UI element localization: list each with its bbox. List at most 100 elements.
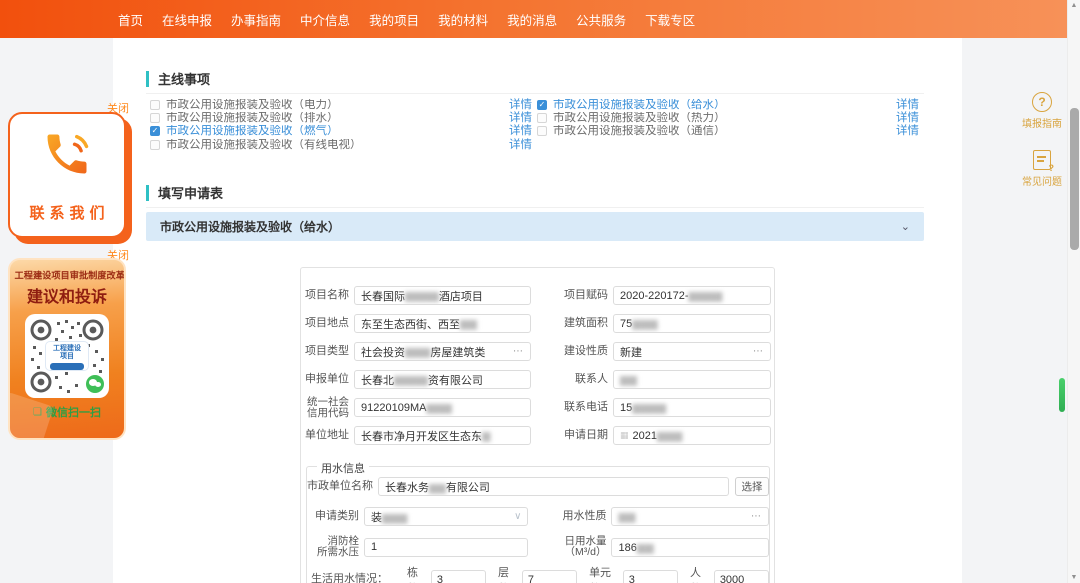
nav-item-在线申报[interactable]: 在线申报	[162, 10, 212, 29]
inner-scrollbar-thumb[interactable]	[1059, 378, 1065, 412]
field-input[interactable]: ▆▆	[613, 370, 771, 389]
field-input[interactable]: 75▆▆▆	[613, 314, 771, 333]
field-input[interactable]: 91220109MA▆▆▆	[354, 398, 531, 417]
apply-category-select[interactable]: 装▆▆▆ ∨	[364, 507, 528, 526]
nav-item-公共服务[interactable]: 公共服务	[576, 10, 626, 29]
water-nature-value: ▆▆	[618, 510, 635, 523]
hydrant-pressure-input[interactable]: 1	[364, 538, 528, 557]
application-form: 项目名称长春国际▆▆▆▆酒店项目项目赋码2020-220172-▆▆▆▆项目地点…	[300, 267, 775, 583]
field-text: 长春国际	[361, 288, 405, 304]
nav-item-我的项目[interactable]: 我的项目	[369, 10, 419, 29]
checkbox[interactable]	[537, 126, 547, 136]
section-accent-bar	[146, 185, 149, 201]
complaint-title-line1: 工程建设项目审批制度改革	[15, 268, 120, 282]
living-field-input-2[interactable]: 3	[623, 570, 678, 583]
field-label: 单位地址	[301, 430, 349, 441]
field-input[interactable]: 15▆▆▆▆	[613, 398, 771, 417]
detail-link[interactable]: 详情	[896, 125, 919, 137]
nav-item-我的消息[interactable]: 我的消息	[507, 10, 557, 29]
field-input[interactable]: 东至生态西街、西至▆▆	[354, 314, 531, 333]
select-button[interactable]: 选择	[735, 477, 769, 496]
matters-section-header: 主线事项	[146, 69, 210, 88]
field-input[interactable]: 长春国际▆▆▆▆酒店项目	[354, 286, 531, 305]
top-navbar: 首页在线申报办事指南中介信息我的项目我的材料我的消息公共服务下载专区	[0, 0, 1080, 38]
redacted-text: ▆▆▆▆	[394, 373, 428, 386]
redacted-text: ▆▆▆	[426, 401, 451, 414]
municipal-unit-input[interactable]: 长春水务▆▆有限公司	[378, 477, 729, 496]
field-input[interactable]: ▦2021▆▆▆	[613, 426, 771, 445]
living-field-input-3[interactable]: 3000	[714, 570, 769, 583]
wechat-scan-label: 微信扫一扫	[46, 404, 101, 420]
field-text: 91220109MA	[361, 402, 426, 414]
checkbox[interactable]: ✓	[537, 100, 547, 110]
field-input[interactable]: 长春北▆▆▆▆资有限公司	[354, 370, 531, 389]
redacted-text: ▆▆▆▆	[405, 289, 439, 302]
field-label: 申请日期	[543, 430, 608, 441]
calendar-icon: ▦	[620, 430, 629, 441]
living-field-input-0[interactable]: 3	[431, 570, 486, 583]
checkbox[interactable]: ✓	[150, 126, 160, 136]
field-label: 建设性质	[543, 346, 608, 357]
water-info-fieldset: 用水信息 市政单位名称 长春水务▆▆有限公司 选择 申请类别 装▆▆▆ ∨ 用水…	[306, 466, 770, 583]
category-nature-row: 申请类别 装▆▆▆ ∨ 用水性质 ▆▆ ⋯	[307, 507, 769, 526]
field-label: 项目名称	[301, 290, 349, 301]
checkbox[interactable]	[150, 100, 160, 110]
redacted-text: ▆▆▆▆	[689, 289, 723, 302]
checkbox[interactable]	[150, 140, 160, 150]
scroll-down-arrow[interactable]: ▼	[1068, 574, 1080, 581]
qr-center-line2: 项目	[60, 353, 74, 360]
water-nature-input[interactable]: ▆▆ ⋯	[611, 507, 769, 526]
living-water-row: 生活用水情况： 栋数3层数7单元数3人数3000	[307, 570, 769, 583]
field-text: 酒店项目	[439, 288, 483, 304]
detail-link[interactable]: 详情	[509, 125, 532, 137]
nav-item-首页[interactable]: 首页	[118, 10, 143, 29]
checkbox[interactable]	[537, 113, 547, 123]
scrollbar-thumb[interactable]	[1070, 108, 1079, 250]
checkbox[interactable]	[150, 113, 160, 123]
matter-label: 市政公用设施报装及验收（热力）	[553, 112, 896, 124]
ellipsis-more-icon[interactable]: ⋯	[751, 511, 762, 522]
matter-row: ✓市政公用设施报装及验收（给水）详情	[537, 98, 919, 111]
living-field-label-2: 单元数	[589, 564, 619, 583]
detail-link[interactable]: 详情	[509, 139, 532, 151]
field-input[interactable]: 社会投资▆▆▆房屋建筑类⋯	[354, 342, 531, 361]
field-label: 建筑面积	[543, 318, 608, 329]
living-field-label-1: 层数	[498, 564, 518, 583]
doc-line	[1037, 156, 1046, 158]
hydrant-pressure-label: 消防栓 所需水压	[307, 536, 359, 558]
chevron-down-icon[interactable]: ∨	[514, 511, 521, 522]
chevron-down-icon[interactable]: ⌄	[901, 220, 910, 233]
nav-item-中介信息[interactable]: 中介信息	[300, 10, 350, 29]
redacted-text: ▆▆	[637, 542, 654, 554]
detail-link[interactable]: 详情	[509, 112, 532, 124]
nav-item-办事指南[interactable]: 办事指南	[231, 10, 281, 29]
form-row: 项目名称长春国际▆▆▆▆酒店项目项目赋码2020-220172-▆▆▆▆	[301, 286, 774, 305]
field-input[interactable]: 新建⋯	[613, 342, 771, 361]
complaint-qr-card[interactable]: 工程建设项目审批制度改革 建议和投诉 工程建设 项目	[8, 258, 126, 440]
field-input[interactable]: 2020-220172-▆▆▆▆	[613, 286, 771, 305]
field-text: 社会投资	[361, 344, 405, 360]
water-supply-accordion[interactable]: 市政公用设施报装及验收（给水） ⌄	[146, 212, 924, 241]
form-row: 统一社会信用代码91220109MA▆▆▆联系电话15▆▆▆▆	[301, 398, 774, 417]
redacted-text: ▆▆▆	[405, 345, 430, 358]
question-circle-icon: ?	[1032, 92, 1052, 112]
field-label: 项目地点	[301, 318, 349, 329]
field-input[interactable]: 长春市净月开发区生态东▆	[354, 426, 531, 445]
nav-item-我的材料[interactable]: 我的材料	[438, 10, 488, 29]
scrollbar-track[interactable]: ▲ ▼	[1067, 0, 1080, 583]
detail-link[interactable]: 详情	[896, 99, 919, 111]
scroll-up-arrow[interactable]: ▲	[1068, 2, 1080, 9]
label-line2: 所需水压	[317, 546, 359, 558]
field-text: 东至生态西街、西至	[361, 316, 460, 332]
ellipsis-more-icon[interactable]: ⋯	[753, 346, 764, 357]
living-field-input-1[interactable]: 7	[522, 570, 577, 583]
contact-us-card[interactable]: 联系我们	[8, 112, 126, 238]
daily-usage-input[interactable]: 186▆▆	[611, 538, 769, 557]
detail-link[interactable]: 详情	[896, 112, 919, 124]
matter-label: 市政公用设施报装及验收（通信）	[553, 125, 896, 137]
apply-category-value: 装▆▆▆	[371, 509, 407, 525]
detail-link[interactable]: 详情	[509, 99, 532, 111]
ellipsis-more-icon[interactable]: ⋯	[513, 346, 524, 357]
nav-item-下载专区[interactable]: 下载专区	[645, 10, 695, 29]
field-label: 联系电话	[543, 402, 608, 413]
